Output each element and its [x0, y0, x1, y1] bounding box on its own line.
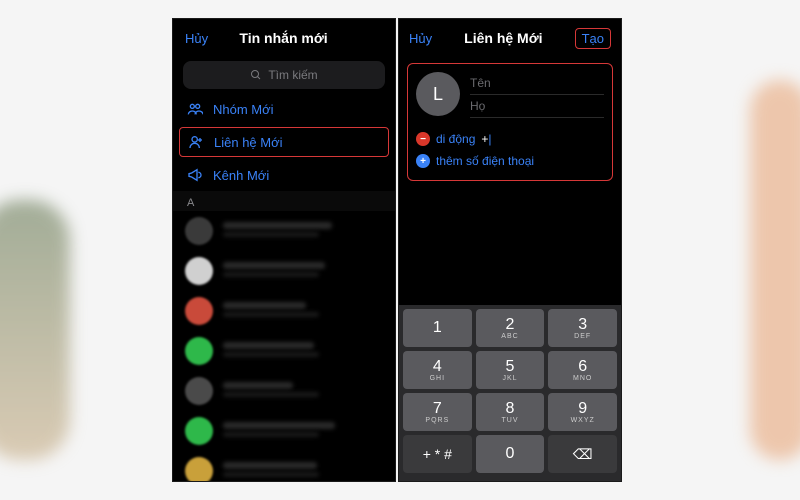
page-title: Tin nhắn mới	[239, 30, 327, 46]
contact-name-blurred	[223, 222, 383, 240]
numeric-keypad: 12ABC3DEF4GHI5JKL6MNO7PQRS8TUV9WXYZ+ * #…	[399, 305, 621, 481]
create-button[interactable]: Tạo	[575, 28, 611, 49]
keypad-key-[interactable]: + * #	[403, 435, 472, 473]
keypad-key-5[interactable]: 5JKL	[476, 351, 545, 389]
lastname-field[interactable]: Họ	[470, 95, 604, 118]
phone-type-label[interactable]: di động	[436, 132, 475, 146]
cancel-button[interactable]: Hủy	[409, 31, 432, 46]
contact-row[interactable]	[173, 291, 395, 331]
add-contact-icon	[188, 134, 204, 150]
search-input[interactable]: Tìm kiếm	[183, 61, 385, 89]
key-number: 0	[506, 446, 515, 462]
contact-name-blurred	[223, 342, 383, 360]
cancel-button[interactable]: Hủy	[185, 31, 208, 46]
contact-list	[173, 211, 395, 482]
add-icon[interactable]: +	[416, 154, 430, 168]
avatar-placeholder[interactable]: L	[416, 72, 460, 116]
megaphone-icon	[187, 167, 203, 183]
option-new-group[interactable]: Nhóm Mới	[173, 93, 395, 125]
backspace-key[interactable]: ⌫	[548, 435, 617, 473]
contact-form: L Tên Họ − di động +| + thêm số điện tho…	[407, 63, 613, 181]
key-number: 4	[433, 359, 442, 375]
avatar	[185, 417, 213, 445]
option-label: Liên hệ Mới	[214, 135, 283, 150]
key-number: 2	[506, 317, 515, 333]
key-number: ⌫	[573, 447, 593, 461]
key-number: 8	[506, 401, 515, 417]
key-number: 1	[433, 320, 442, 336]
option-new-contact[interactable]: Liên hệ Mới	[179, 127, 389, 157]
option-label: Kênh Mới	[213, 168, 269, 183]
decorative-blob-left	[0, 200, 70, 460]
contact-name-blurred	[223, 462, 383, 480]
contact-name-blurred	[223, 422, 383, 440]
key-letters: JKL	[502, 375, 517, 382]
key-letters: PQRS	[425, 417, 449, 424]
contact-row[interactable]	[173, 331, 395, 371]
contact-row[interactable]	[173, 371, 395, 411]
avatar	[185, 337, 213, 365]
contact-row[interactable]	[173, 211, 395, 251]
contact-name-blurred	[223, 262, 383, 280]
contact-row[interactable]	[173, 451, 395, 482]
contact-row[interactable]	[173, 411, 395, 451]
avatar	[185, 457, 213, 482]
keypad-key-7[interactable]: 7PQRS	[403, 393, 472, 431]
avatar	[185, 257, 213, 285]
keypad-key-8[interactable]: 8TUV	[476, 393, 545, 431]
phone-right-new-contact: Hủy Liên hệ Mới Tạo L Tên Họ − di động +…	[398, 18, 622, 482]
option-label: Nhóm Mới	[213, 102, 274, 117]
page-title: Liên hệ Mới	[464, 30, 542, 46]
key-letters: GHI	[430, 375, 445, 382]
section-header: A	[173, 191, 395, 211]
key-number: 5	[506, 359, 515, 375]
add-phone-row[interactable]: + thêm số điện thoại	[416, 150, 604, 172]
keypad-key-6[interactable]: 6MNO	[548, 351, 617, 389]
group-icon	[187, 101, 203, 117]
keypad-key-3[interactable]: 3DEF	[548, 309, 617, 347]
phone-screenshots: Hủy Tin nhắn mới Tìm kiếm Nhóm Mới Liên …	[172, 18, 622, 482]
avatar	[185, 377, 213, 405]
keypad-key-4[interactable]: 4GHI	[403, 351, 472, 389]
keypad-key-0[interactable]: 0	[476, 435, 545, 473]
option-new-channel[interactable]: Kênh Mới	[173, 159, 395, 191]
phone-field-row[interactable]: − di động +|	[416, 128, 604, 150]
phone-left-new-message: Hủy Tin nhắn mới Tìm kiếm Nhóm Mới Liên …	[172, 18, 396, 482]
header: Hủy Liên hệ Mới Tạo	[399, 19, 621, 57]
search-icon	[250, 69, 262, 81]
contact-row[interactable]	[173, 251, 395, 291]
phone-value[interactable]: +|	[481, 132, 491, 146]
key-number: + * #	[423, 447, 452, 461]
avatar	[185, 217, 213, 245]
contact-name-blurred	[223, 302, 383, 320]
key-letters: MNO	[573, 375, 592, 382]
avatar	[185, 297, 213, 325]
remove-icon[interactable]: −	[416, 132, 430, 146]
search-placeholder: Tìm kiếm	[268, 68, 317, 82]
keypad-key-1[interactable]: 1	[403, 309, 472, 347]
contact-name-blurred	[223, 382, 383, 400]
key-number: 9	[578, 401, 587, 417]
firstname-field[interactable]: Tên	[470, 72, 604, 95]
key-letters: WXYZ	[571, 417, 595, 424]
decorative-blob-right	[750, 80, 800, 460]
header: Hủy Tin nhắn mới	[173, 19, 395, 57]
key-letters: ABC	[501, 333, 518, 340]
key-number: 3	[578, 317, 587, 333]
key-number: 6	[578, 359, 587, 375]
key-letters: TUV	[502, 417, 519, 424]
keypad-key-2[interactable]: 2ABC	[476, 309, 545, 347]
keypad-key-9[interactable]: 9WXYZ	[548, 393, 617, 431]
key-letters: DEF	[574, 333, 591, 340]
key-number: 7	[433, 401, 442, 417]
add-phone-label: thêm số điện thoại	[436, 154, 534, 168]
